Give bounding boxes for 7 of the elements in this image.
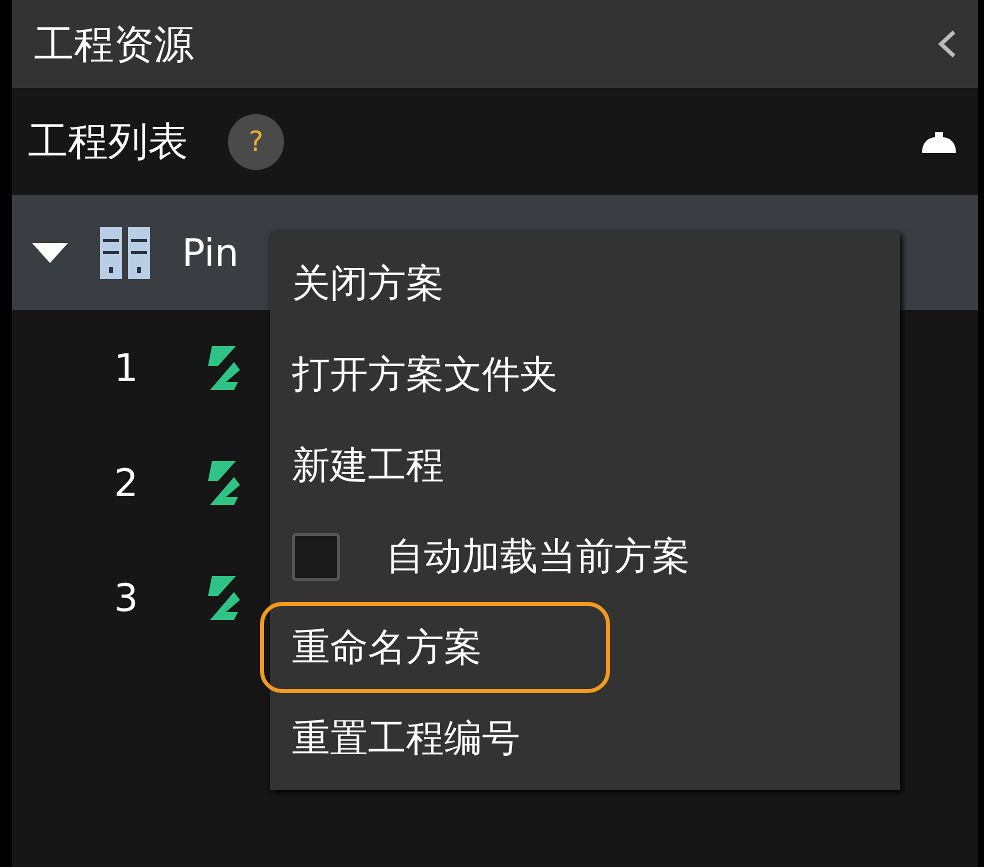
project-number: 2 — [114, 460, 140, 504]
section-title: 工程列表 — [28, 118, 188, 167]
project-number: 3 — [114, 576, 140, 620]
panel-title: 工程资源 — [34, 20, 194, 70]
solution-name: Pin — [182, 230, 239, 274]
menu-item-label: 自动加载当前方案 — [386, 533, 690, 580]
project-number: 1 — [114, 346, 140, 390]
